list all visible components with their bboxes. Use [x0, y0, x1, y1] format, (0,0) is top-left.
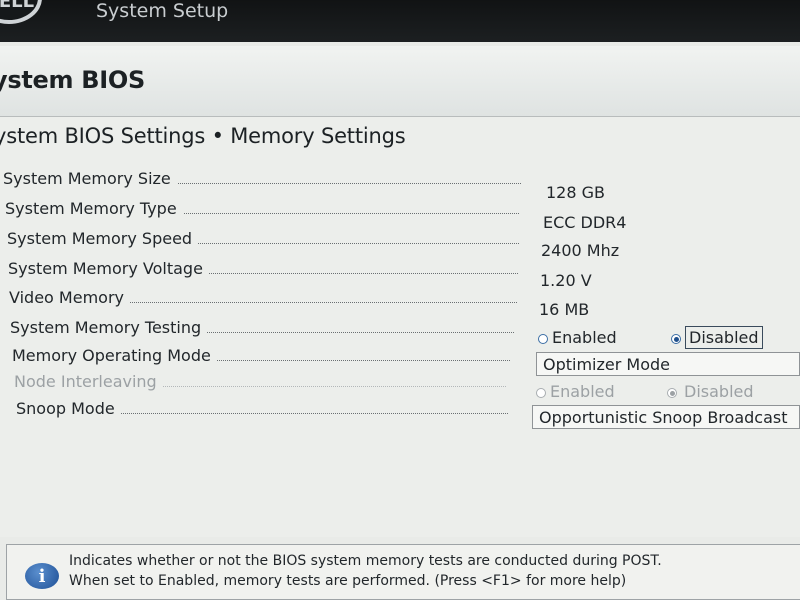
section-title: ystem BIOS — [0, 66, 145, 94]
help-panel: i Indicates whether or not the BIOS syst… — [6, 544, 800, 600]
leader-dots — [69, 302, 517, 303]
section-header: ystem BIOS — [0, 46, 800, 117]
snoop-mode-select[interactable]: Opportunistic Snoop Broadcast — [532, 405, 800, 429]
setting-row-memory-size: System Memory Size 128 GB — [3, 169, 800, 202]
radio-enabled[interactable] — [538, 334, 548, 344]
setting-value: 2400 Mhz — [541, 241, 620, 260]
setting-row-memory-testing: System Memory Testing Enabled Disabled — [10, 318, 800, 349]
setting-row-memory-operating-mode: Memory Operating Mode Optimizer Mode — [12, 346, 800, 376]
setting-row-video-memory: Video Memory 16 MB — [9, 288, 800, 319]
setting-row-snoop-mode: Snoop Mode Opportunistic Snoop Broadcast — [16, 399, 800, 429]
dell-logo: DELL — [0, 0, 42, 24]
setting-label: System Memory Type — [5, 199, 183, 218]
top-header: DELL System Setup — [0, 0, 800, 42]
setting-row-memory-type: System Memory Type ECC DDR4 — [5, 199, 800, 232]
leader-dots — [76, 413, 508, 414]
help-text-line-1: Indicates whether or not the BIOS system… — [69, 553, 662, 569]
setting-label: System Memory Speed — [7, 229, 199, 248]
radio-enabled-label[interactable]: Enabled — [552, 328, 617, 347]
setting-row-node-interleaving: Node Interleaving Enabled Disabled — [14, 372, 800, 401]
setting-value: 16 MB — [539, 300, 590, 319]
setting-row-memory-speed: System Memory Speed 2400 Mhz — [7, 229, 800, 260]
setting-label: System Memory Size — [3, 169, 177, 188]
app-title: System Setup — [96, 0, 229, 22]
radio-enabled — [536, 388, 546, 398]
setting-label: Memory Operating Mode — [12, 346, 217, 365]
setting-row-memory-voltage: System Memory Voltage 1.20 V — [8, 259, 800, 290]
radio-disabled[interactable] — [671, 334, 681, 344]
help-text-line-2: When set to Enabled, memory tests are pe… — [69, 573, 627, 589]
setting-label: Video Memory — [9, 288, 130, 307]
setting-label: Node Interleaving — [14, 372, 163, 391]
setting-label: Snoop Mode — [16, 399, 121, 418]
page-title: ystem BIOS Settings • Memory Settings — [0, 124, 406, 148]
setting-label: System Memory Voltage — [8, 259, 209, 278]
setting-label: System Memory Testing — [10, 318, 208, 337]
radio-disabled-label[interactable]: Disabled — [685, 326, 763, 349]
radio-disabled — [667, 388, 677, 398]
info-icon: i — [25, 563, 59, 589]
